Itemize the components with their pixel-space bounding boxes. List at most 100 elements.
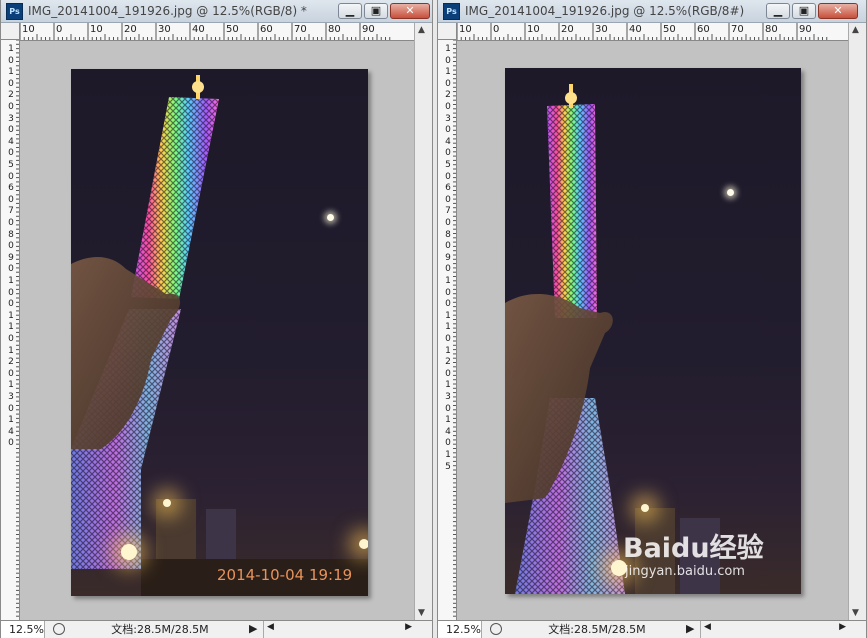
ruler-label: 30 [595, 24, 608, 35]
ruler-label: 7 [8, 206, 14, 217]
ruler-label: 1 [8, 67, 14, 78]
ruler-label: 0 [8, 102, 14, 112]
restore-button[interactable]: ▣ [364, 3, 388, 19]
ruler-label: 10 [90, 24, 103, 35]
close-icon: ✕ [405, 4, 415, 17]
ruler-label: 4 [8, 136, 14, 147]
close-button[interactable]: ✕ [818, 3, 858, 19]
ruler-label: 0 [445, 287, 451, 298]
ruler-label: 0 [445, 241, 451, 252]
ruler-label: 2 [445, 357, 451, 368]
status-info-icon[interactable] [53, 623, 65, 635]
ruler-label: 1 [445, 310, 451, 321]
scroll-left-icon[interactable]: ◀ [704, 622, 711, 632]
horizontal-ruler[interactable]: 10 0 10 20 30 40 50 60 70 80 90 [457, 23, 848, 41]
scroll-down-icon[interactable]: ▼ [418, 608, 425, 618]
ruler-label: 1 [8, 380, 14, 391]
scroll-left-icon[interactable]: ◀ [267, 622, 274, 632]
scroll-right-icon[interactable]: ▶ [405, 622, 412, 632]
document-window-right[interactable]: Ps IMG_20141004_191926.jpg @ 12.5%(RGB/8… [437, 0, 867, 638]
ruler-label: 0 [445, 194, 451, 205]
ruler-label: 5 [445, 461, 451, 472]
ruler-label: 0 [445, 403, 451, 414]
ruler-label: 0 [445, 334, 451, 344]
ruler-label: 0 [445, 264, 451, 275]
scroll-right-icon[interactable]: ▶ [839, 622, 846, 632]
status-info-icon[interactable] [490, 623, 502, 635]
scroll-down-icon[interactable]: ▼ [852, 608, 859, 618]
minimize-button[interactable]: ▁ [338, 3, 362, 19]
ruler-label: 7 [445, 206, 451, 217]
horizontal-ruler[interactable]: 10 0 10 20 30 40 50 60 70 80 90 [20, 23, 414, 41]
ruler-label: 0 [445, 78, 451, 89]
ruler-label: 70 [294, 24, 307, 35]
close-button[interactable]: ✕ [390, 3, 430, 19]
ruler-label: 2 [8, 90, 14, 101]
ruler-label: 80 [765, 24, 778, 35]
ruler-label: 0 [445, 299, 451, 310]
zoom-level-field[interactable]: 12.5% [438, 621, 482, 638]
ruler-label: 20 [124, 24, 137, 35]
vertical-scrollbar[interactable]: ▲ ▼ [848, 23, 866, 620]
ruler-label: 3 [8, 392, 14, 402]
ruler-label: 1 [8, 415, 14, 426]
ruler-label: 0 [445, 368, 451, 379]
scroll-up-icon[interactable]: ▲ [852, 25, 859, 35]
moon [727, 189, 734, 196]
ruler-label: 0 [8, 334, 14, 344]
restore-icon: ▣ [798, 4, 810, 17]
horizontal-scrollbar[interactable]: ◀ ▶ [700, 621, 866, 638]
ruler-label: 2 [445, 90, 451, 101]
ruler-label: 0 [8, 299, 14, 310]
ruler-label: 0 [445, 55, 451, 66]
scroll-up-icon[interactable]: ▲ [418, 25, 425, 35]
ruler-label: 30 [158, 24, 171, 35]
ruler-label: 3 [445, 392, 451, 402]
baidu-jingyan-watermark: Baidu经验 jingyan.baidu.com [623, 526, 793, 586]
ruler-origin[interactable] [438, 23, 457, 40]
document-window-left[interactable]: Ps IMG_20141004_191926.jpg @ 12.5%(RGB/8… [0, 0, 433, 638]
ruler-label: 0 [8, 438, 14, 449]
ruler-label: 1 [445, 276, 451, 286]
title-bar[interactable]: Ps IMG_20141004_191926.jpg @ 12.5%(RGB/8… [1, 0, 432, 23]
ruler-origin[interactable] [1, 23, 20, 40]
image-canvas[interactable]: Baidu经验 jingyan.baidu.com [505, 68, 801, 594]
vertical-ruler[interactable]: 1010203040506070809010011012013014015 [438, 40, 457, 620]
ruler-label: 70 [731, 24, 744, 35]
ruler-label: 0 [445, 171, 451, 182]
horizontal-scrollbar[interactable]: ◀ ▶ [263, 621, 432, 638]
photoshop-icon: Ps [443, 3, 460, 20]
document-title: IMG_20141004_191926.jpg @ 12.5%(RGB/8#) [465, 4, 745, 18]
ruler-label: 6 [8, 183, 14, 194]
ruler-label: 8 [8, 229, 14, 240]
ruler-label: 0 [8, 218, 14, 228]
vertical-scrollbar[interactable]: ▲ ▼ [414, 23, 432, 620]
status-menu-arrow-icon[interactable]: ▶ [686, 622, 694, 635]
ruler-label: 0 [493, 24, 500, 35]
ruler-label: 0 [8, 403, 14, 414]
ruler-label: 1 [445, 450, 451, 460]
ruler-label: 9 [8, 252, 14, 263]
zoom-level-field[interactable]: 12.5% [1, 621, 45, 638]
status-menu-arrow-icon[interactable]: ▶ [249, 622, 257, 635]
ruler-label: 80 [328, 24, 341, 35]
minimize-button[interactable]: ▁ [766, 3, 790, 19]
photoshop-icon: Ps [6, 3, 23, 20]
ruler-label: 20 [561, 24, 574, 35]
ruler-label: 0 [56, 24, 63, 35]
ruler-label: 4 [8, 426, 14, 437]
ruler-label: 40 [629, 24, 642, 35]
ruler-label: 0 [445, 438, 451, 449]
ruler-label: 1 [8, 276, 14, 286]
title-bar[interactable]: Ps IMG_20141004_191926.jpg @ 12.5%(RGB/8… [438, 0, 866, 23]
ruler-label: 4 [445, 426, 451, 437]
ruler-label: 40 [192, 24, 205, 35]
vertical-ruler[interactable]: 10102030405060708090100110120130140 [1, 40, 20, 620]
restore-icon: ▣ [370, 4, 382, 17]
restore-button[interactable]: ▣ [792, 3, 816, 19]
ruler-label: 0 [445, 125, 451, 136]
ruler-label: 3 [8, 113, 14, 124]
ruler-label: 60 [260, 24, 273, 35]
image-canvas[interactable]: 2014-10-04 19:19 [71, 69, 368, 596]
close-icon: ✕ [833, 4, 843, 17]
